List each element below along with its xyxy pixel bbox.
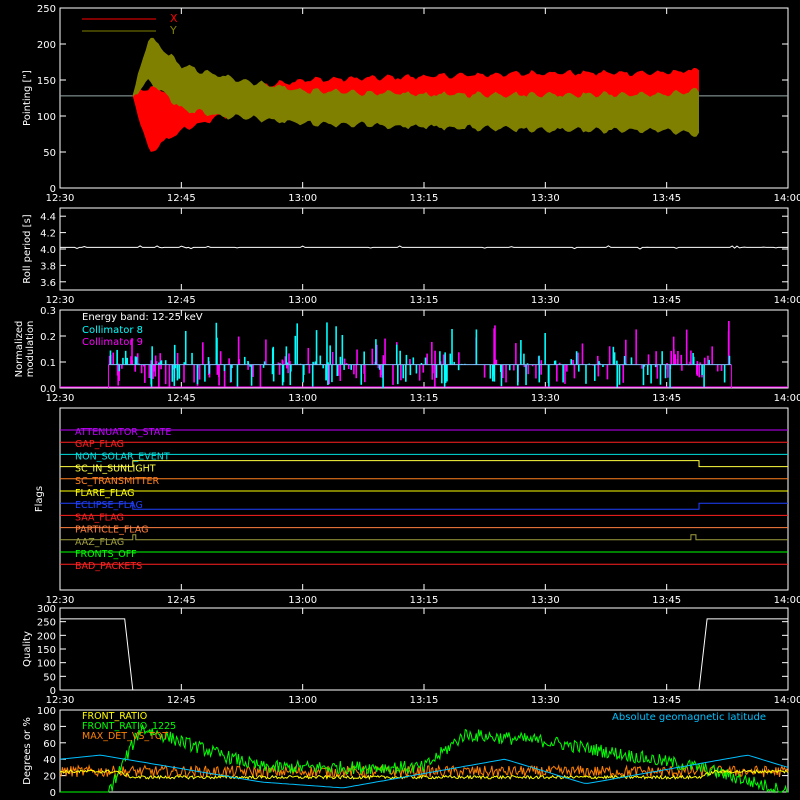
y-tick-label: 200 <box>37 40 56 51</box>
x-tick-label: 14:00 <box>774 393 800 404</box>
y-tick-label: 200 <box>37 631 56 642</box>
x-tick-label: 13:30 <box>531 295 560 306</box>
pointing-ylabel: Pointing ["] <box>22 70 33 126</box>
x-tick-label: 13:45 <box>652 695 681 706</box>
flags-ylabel: Flags <box>34 486 45 512</box>
flag-label-fronts-off: FRONTS_OFF <box>75 549 137 560</box>
x-tick-label: 13:45 <box>652 393 681 404</box>
modulation-ylabel-1: Normalized <box>14 321 25 378</box>
x-tick-label: 13:00 <box>288 695 317 706</box>
ratios-ylabel: Degrees or % <box>22 717 33 785</box>
y-tick-label: 100 <box>37 659 56 670</box>
x-tick-label: 13:00 <box>288 193 317 204</box>
flag-label-sc-in-sunlight: SC_IN_SUNLIGHT <box>75 464 156 475</box>
x-tick-label: 13:00 <box>288 595 317 606</box>
x-tick-label: 13:00 <box>288 393 317 404</box>
x-tick-label: 13:45 <box>652 295 681 306</box>
modulation-legend-1: Collimator 8 <box>82 325 143 336</box>
y-tick-label: 50 <box>43 672 56 683</box>
y-tick-label: 20 <box>43 772 56 783</box>
y-tick-label: 0.1 <box>40 358 56 369</box>
x-tick-label: 13:15 <box>410 695 439 706</box>
x-tick-label: 13:15 <box>410 295 439 306</box>
x-tick-label: 14:00 <box>774 193 800 204</box>
x-tick-label: 12:30 <box>46 193 75 204</box>
y-tick-label: 150 <box>37 76 56 87</box>
roll-ylabel: Roll period [s] <box>22 214 33 283</box>
x-tick-label: 14:00 <box>774 295 800 306</box>
y-tick-label: 4.2 <box>40 229 56 240</box>
y-tick-label: 100 <box>37 112 56 123</box>
y-tick-label: 150 <box>37 645 56 656</box>
rhessi-quicklook-chart: 0 50 100 150 200 250 12:30 12:45 13:00 13:15 13:3… <box>0 0 800 800</box>
x-tick-label: 12:30 <box>46 393 75 404</box>
y-tick-label: 4.4 <box>40 212 56 223</box>
y-tick-label: 250 <box>37 4 56 15</box>
y-tick-label: 50 <box>43 148 56 159</box>
x-tick-label: 13:15 <box>410 393 439 404</box>
flag-label-bad-packets: BAD_PACKETS <box>75 561 142 572</box>
modulation-ylabel-2: modulation <box>25 321 36 378</box>
y-tick-label: 4.0 <box>40 245 56 256</box>
x-tick-label: 13:30 <box>531 393 560 404</box>
flag-label-aaz-flag: AAZ_FLAG <box>75 537 124 548</box>
x-tick-label: 13:15 <box>410 595 439 606</box>
x-tick-label: 12:30 <box>46 295 75 306</box>
flag-label-attenuator-state: ATTENUATOR_STATE <box>75 427 171 438</box>
y-tick-label: 0.2 <box>40 332 56 343</box>
x-tick-label: 13:45 <box>652 193 681 204</box>
y-tick-label: 300 <box>37 604 56 615</box>
flag-label-sc-transmitter: SC_TRANSMITTER <box>75 476 160 487</box>
flag-label-saa-flag: SAA_FLAG <box>75 512 124 523</box>
y-tick-label: 60 <box>43 739 56 750</box>
quality-ylabel: Quality <box>22 631 33 667</box>
x-tick-label: 12:30 <box>46 695 75 706</box>
x-tick-label: 12:45 <box>167 595 196 606</box>
y-tick-label: 40 <box>43 755 56 766</box>
ratios-annotation: Absolute geomagnetic latitude <box>612 712 766 723</box>
flag-label-gap-flag: GAP_FLAG <box>75 439 124 450</box>
y-tick-label: 0 <box>50 788 56 799</box>
legend-label-y: Y <box>169 24 177 37</box>
x-tick-label: 13:15 <box>410 193 439 204</box>
x-tick-label: 12:45 <box>167 393 196 404</box>
y-tick-label: 250 <box>37 618 56 629</box>
x-tick-label: 13:30 <box>531 193 560 204</box>
ratios-legend-3: MAX_DET_VS_TOT <box>82 731 168 742</box>
y-tick-label: 3.6 <box>40 278 56 289</box>
x-tick-label: 14:00 <box>774 695 800 706</box>
x-tick-label: 12:45 <box>167 193 196 204</box>
modulation-legend: Collimator 8Collimator 9 <box>82 325 143 348</box>
y-tick-label: 3.8 <box>40 261 56 272</box>
x-tick-label: 14:00 <box>774 595 800 606</box>
flag-label-particle-flag: PARTICLE_FLAG <box>75 525 148 536</box>
y-tick-label: 0.3 <box>40 306 56 317</box>
modulation-annotation: Energy band: 12-25 keV <box>82 312 203 323</box>
modulation-legend-2: Collimator 9 <box>82 337 143 348</box>
x-tick-label: 12:45 <box>167 695 196 706</box>
y-tick-label: 100 <box>37 706 56 717</box>
x-tick-label: 13:30 <box>531 595 560 606</box>
x-tick-label: 12:45 <box>167 295 196 306</box>
x-tick-label: 13:00 <box>288 295 317 306</box>
x-tick-label: 13:45 <box>652 595 681 606</box>
y-tick-label: 80 <box>43 722 56 733</box>
x-tick-label: 13:30 <box>531 695 560 706</box>
flag-label-flare-flag: FLARE_FLAG <box>75 488 135 499</box>
